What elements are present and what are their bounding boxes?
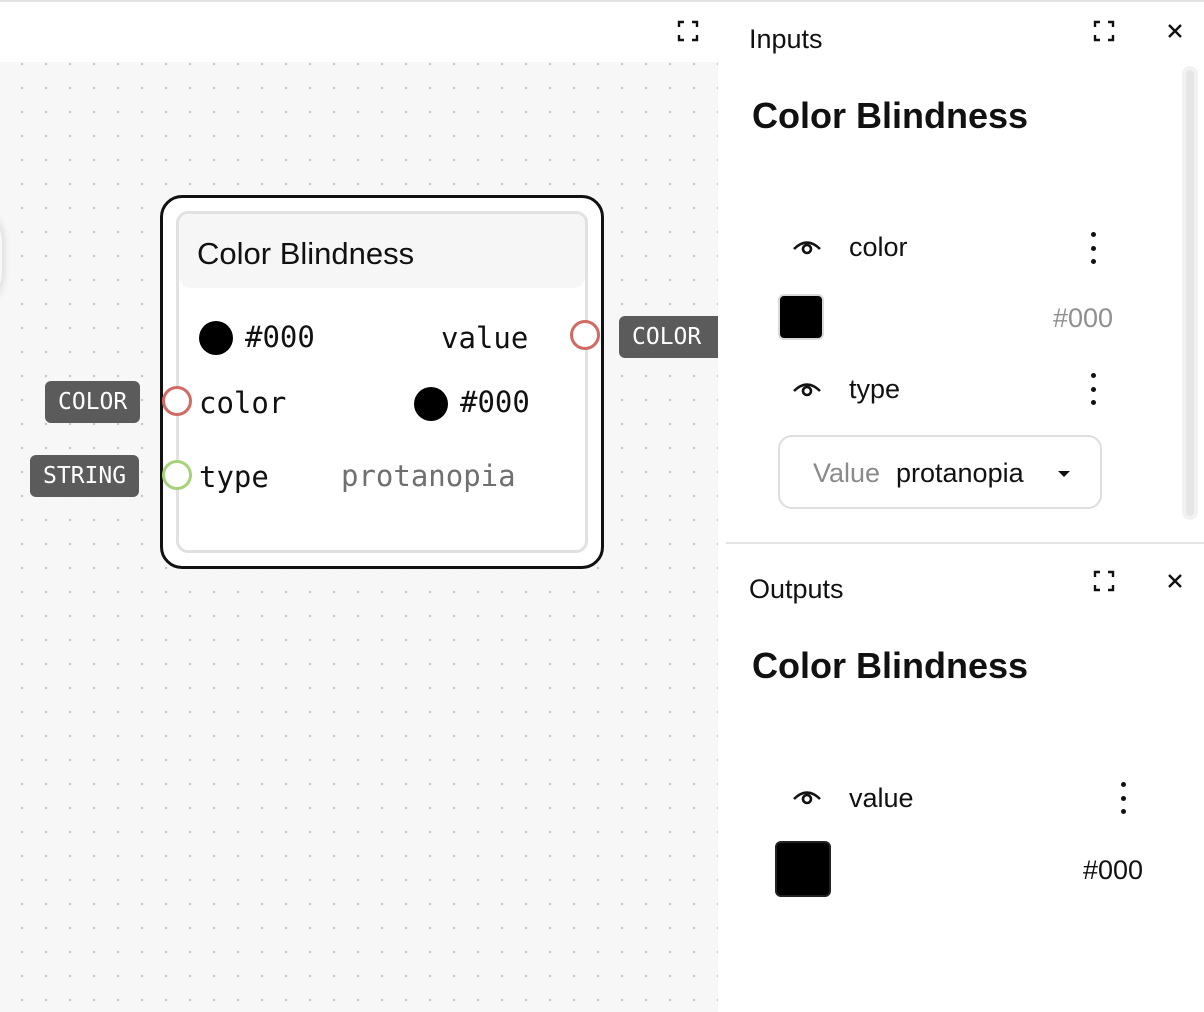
output-port-value[interactable]: [570, 320, 600, 350]
inputs-type-label: type: [849, 374, 901, 404]
outputs-value-swatch: [775, 841, 831, 897]
outputs-panel-header: Outputs: [749, 574, 844, 604]
color-visibility-eye-icon[interactable]: [792, 237, 822, 257]
type-select-label: Value: [813, 458, 881, 488]
value-visibility-eye-icon[interactable]: [792, 787, 822, 807]
panel-gutter: [718, 62, 726, 1012]
output-color-swatch: [199, 321, 233, 355]
node-body: Color Blindness #000 value color #000 ty…: [176, 211, 588, 553]
inputs-panel-title: Color Blindness: [752, 95, 1029, 136]
outputs-fullscreen-icon[interactable]: [1092, 569, 1116, 593]
output-value-text: #000: [245, 320, 315, 354]
input-color-swatch: [414, 387, 448, 421]
canvas-fullscreen-icon[interactable]: [676, 19, 700, 43]
output-type-tag: COLOR: [619, 316, 718, 358]
type-visibility-eye-icon[interactable]: [792, 379, 822, 399]
inputs-color-label: color: [849, 232, 908, 262]
type-select-value: protanopia: [896, 458, 1024, 488]
input-color-value: #000: [460, 385, 530, 419]
input-type-label: type: [199, 460, 269, 494]
output-value-label: value: [441, 321, 529, 355]
inputs-scrollbar-thumb[interactable]: [1186, 70, 1194, 516]
color-blindness-node[interactable]: Color Blindness #000 value color #000 ty…: [160, 195, 604, 569]
node-title: Color Blindness: [197, 236, 415, 271]
node-header[interactable]: Color Blindness: [179, 214, 585, 288]
color-kebab-menu-icon[interactable]: [1088, 232, 1098, 264]
inputs-close-icon[interactable]: [1163, 19, 1187, 43]
inputs-panel-header: Inputs: [749, 24, 823, 54]
offscreen-node[interactable]: [0, 202, 2, 312]
type-kebab-menu-icon[interactable]: [1088, 373, 1098, 405]
inputs-fullscreen-icon[interactable]: [1092, 19, 1116, 43]
outputs-value-label: value: [849, 783, 914, 813]
input-color-type-tag: COLOR: [45, 381, 141, 423]
input-color-label: color: [199, 386, 287, 420]
value-kebab-menu-icon[interactable]: [1118, 782, 1128, 814]
outputs-value-hex: #000: [1083, 855, 1144, 885]
type-select[interactable]: Value protanopia: [778, 435, 1102, 509]
canvas-toolbar: [0, 2, 718, 62]
input-port-color[interactable]: [162, 386, 192, 416]
input-type-type-tag: STRING: [30, 455, 140, 497]
node-canvas[interactable]: Color Blindness #000 value color #000 ty…: [0, 62, 718, 1012]
inputs-color-hex[interactable]: #000: [1053, 303, 1113, 334]
input-type-value: protanopia: [341, 459, 516, 493]
panel-divider[interactable]: [726, 542, 1204, 544]
input-port-type[interactable]: [162, 460, 192, 490]
inputs-color-swatch[interactable]: [778, 294, 824, 340]
caret-down-icon: [1058, 471, 1070, 477]
outputs-panel-title: Color Blindness: [752, 645, 1029, 686]
outputs-close-icon[interactable]: [1163, 569, 1187, 593]
